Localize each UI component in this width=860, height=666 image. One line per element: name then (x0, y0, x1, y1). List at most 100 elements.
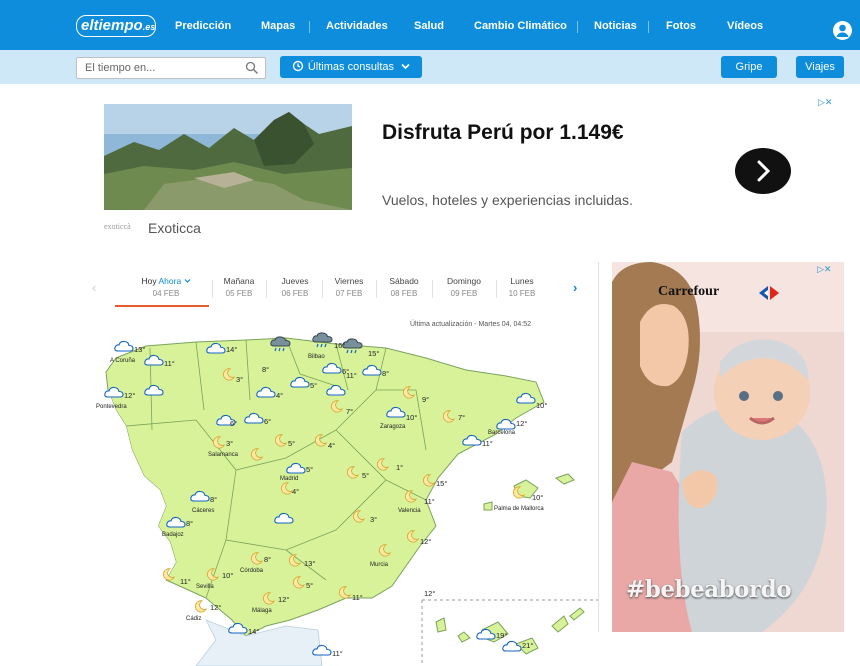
nav-noticias[interactable]: Noticias (594, 0, 637, 50)
chevron-down-icon (401, 63, 410, 70)
recent-searches-button[interactable]: Últimas consultas (280, 56, 422, 78)
tab-day-sunday[interactable]: Domingo 09 FEB (438, 276, 490, 298)
map-temp: 3° (236, 375, 243, 384)
chevron-right-icon (757, 160, 771, 182)
ad-choices-icon[interactable]: ▷✕ (818, 97, 832, 108)
ad-brand-logo: exoticcà (104, 222, 131, 231)
map-temp: 15° (368, 349, 379, 358)
map-temp: 7° (346, 407, 353, 416)
day-date: 06 FEB (281, 289, 309, 298)
map-temp: 16° (334, 341, 345, 350)
map-temp: 5° (310, 381, 317, 390)
nav-separator (648, 21, 649, 33)
map-temp: 3° (370, 515, 377, 524)
tab-day-thursday[interactable]: Jueves 06 FEB (273, 276, 317, 298)
ad-next-button[interactable] (735, 148, 791, 194)
tab-day-tomorrow[interactable]: Mañana 05 FEB (219, 276, 259, 298)
days-next-arrow[interactable]: › (573, 280, 577, 295)
map-temp: 14° (248, 627, 259, 636)
ad-subtitle: Vuelos, hoteles y experiencias incluidas… (382, 192, 633, 208)
tab-day-monday[interactable]: Lunes 10 FEB (502, 276, 542, 298)
map-city-label: Badajoz (162, 532, 184, 538)
map-temp: 14° (226, 345, 237, 354)
search-icon[interactable] (245, 61, 259, 75)
ad-title[interactable]: Disfruta Perú por 1.149€ (382, 118, 642, 148)
search-input[interactable] (77, 58, 235, 78)
map-temp: 6° (264, 417, 271, 426)
nav-separator (577, 21, 578, 33)
map-temp: 12° (210, 603, 221, 612)
map-temp: 11° (332, 649, 343, 658)
ad-brand-name: Exoticca (148, 220, 201, 236)
nav-videos[interactable]: Vídeos (727, 0, 763, 50)
carrefour-logo-icon (759, 286, 779, 300)
day-name: Viernes (334, 276, 364, 286)
site-logo[interactable]: eltiempo.es (76, 15, 156, 37)
side-ad-carrefour[interactable]: Carrefour #bebeabordo (612, 262, 844, 632)
map-city-label: Bilbao (308, 354, 325, 360)
day-now-label: Ahora (158, 276, 182, 286)
nav-salud[interactable]: Salud (414, 0, 444, 50)
days-prev-arrow[interactable]: ‹ (92, 280, 96, 295)
map-temp: 21° (522, 641, 533, 650)
map-temp: 10° (406, 413, 417, 422)
map-temp: 11° (180, 577, 191, 586)
map-temp: 11° (346, 371, 357, 380)
map-temp: 8° (264, 555, 271, 564)
gripe-button[interactable]: Gripe (721, 56, 777, 78)
map-temp: 4° (328, 441, 335, 450)
nav-actividades[interactable]: Actividades (326, 0, 388, 50)
map-temp: 3° (226, 439, 233, 448)
nav-cambio-climatico[interactable]: Cambio Climático (474, 0, 567, 50)
map-temp: 12° (516, 419, 527, 428)
user-account-icon[interactable] (833, 21, 852, 40)
map-temp: 10° (222, 571, 233, 580)
map-city-label: A Coruña (110, 358, 136, 364)
map-temp: 7° (458, 413, 465, 422)
nav-fotos[interactable]: Fotos (666, 0, 696, 50)
ad-choices-icon[interactable]: ▷✕ (817, 264, 831, 275)
map-city-label: Murcia (370, 562, 389, 568)
map-temp: 11° (424, 497, 435, 506)
viajes-button[interactable]: Viajes (796, 56, 844, 78)
map-temp: 11° (352, 593, 363, 602)
map-city-label: Madrid (280, 476, 298, 482)
tab-separator (212, 280, 213, 298)
recent-searches-label: Últimas consultas (307, 61, 395, 73)
ad-image-machu-picchu[interactable] (104, 104, 352, 210)
map-temp: 8° (262, 365, 269, 374)
day-date: 09 FEB (450, 289, 478, 298)
tab-day-friday[interactable]: Viernes 07 FEB (327, 276, 371, 298)
tab-separator (432, 280, 433, 298)
map-city-label: Málaga (252, 608, 272, 614)
logo-text: eltiempo (81, 17, 143, 34)
map-temp: 10° (536, 401, 547, 410)
map-temp: 19° (496, 631, 507, 640)
tab-separator (496, 280, 497, 298)
tab-separator (322, 280, 323, 298)
map-temp: 10° (532, 493, 543, 502)
map-temp: 5° (288, 439, 295, 448)
map-temp: 12° (278, 595, 289, 604)
map-temp: 11° (164, 359, 175, 368)
day-date: 10 FEB (508, 289, 536, 298)
day-name: Domingo (446, 276, 482, 286)
map-city-label: Zaragoza (380, 424, 406, 430)
nav-mapas[interactable]: Mapas (261, 0, 295, 50)
tab-day-saturday[interactable]: Sábado 08 FEB (382, 276, 426, 298)
day-date: 08 FEB (390, 289, 418, 298)
chevron-down-icon (184, 279, 190, 283)
nav-prediccion[interactable]: Predicción (175, 0, 231, 50)
map-city-label: Salamanca (208, 452, 239, 458)
map-city-label: Cádiz (186, 616, 201, 622)
active-tab-indicator (115, 305, 209, 307)
tab-day-today[interactable]: Hoy Ahora 04 FEB (128, 276, 204, 298)
tab-separator (266, 280, 267, 298)
column-divider (598, 262, 599, 632)
day-name: Jueves (281, 276, 309, 286)
last-updated: Última actualización - Martes 04, 04:52 (410, 321, 531, 328)
map-city-label: Córdoba (240, 568, 264, 574)
map-city-label: Cáceres (192, 508, 214, 514)
map-temp: 13° (134, 345, 145, 354)
history-icon (292, 60, 304, 72)
